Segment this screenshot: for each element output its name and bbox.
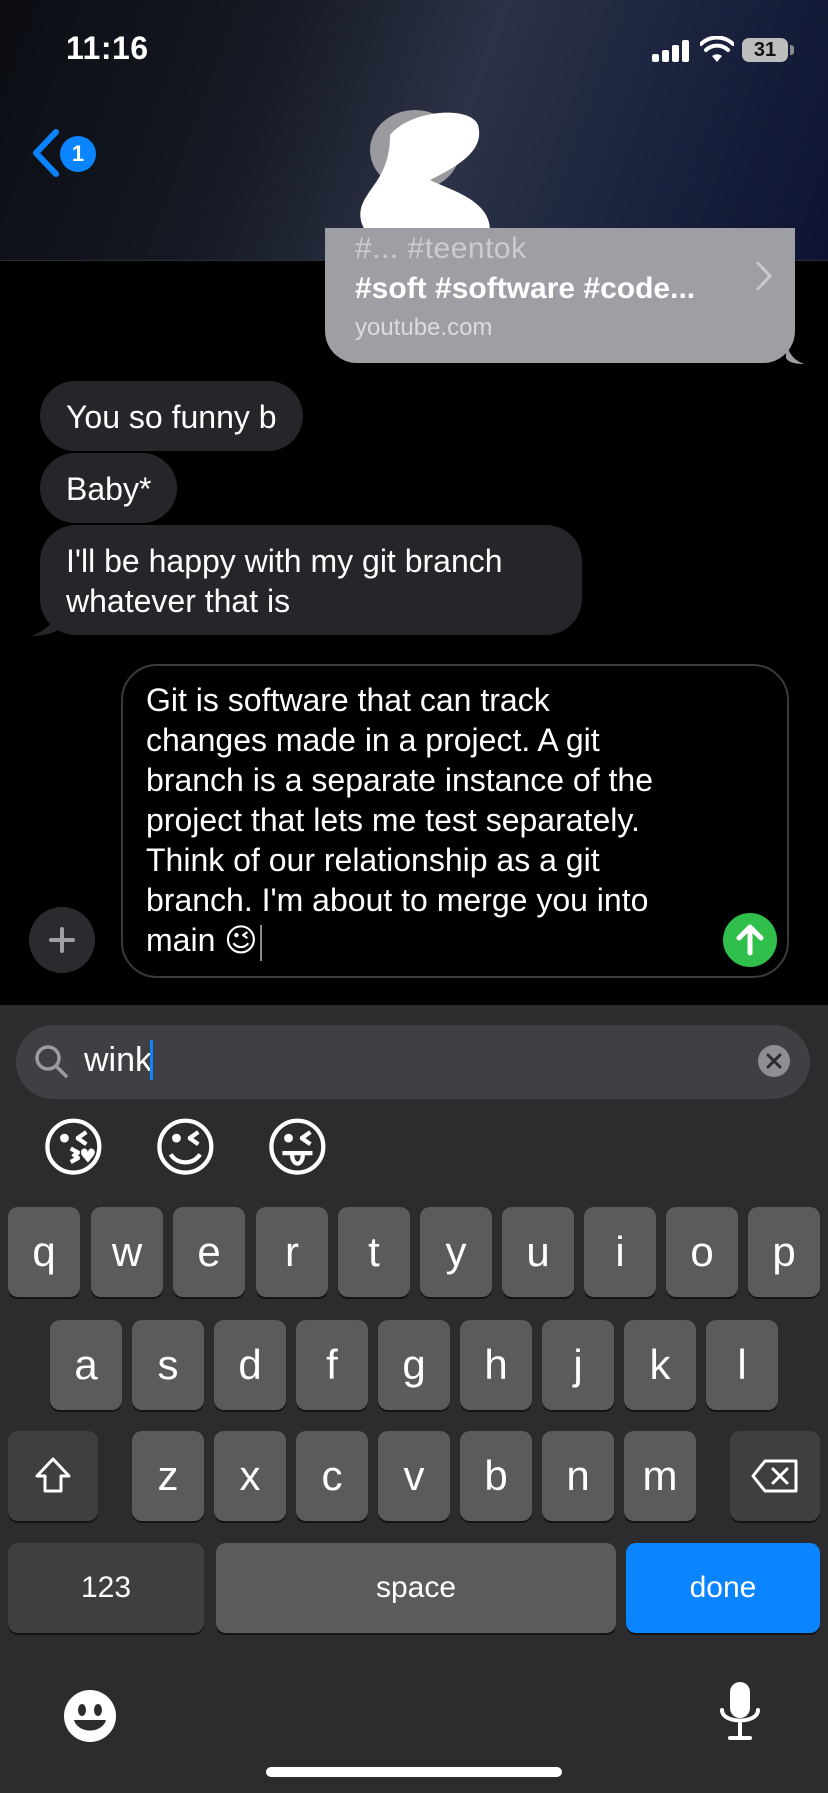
- back-chevron-icon[interactable]: [30, 128, 62, 178]
- compose-line: branch is a separate instance of the: [146, 762, 653, 798]
- key-q[interactable]: q: [8, 1207, 80, 1297]
- key-o[interactable]: o: [666, 1207, 738, 1297]
- send-arrow-icon[interactable]: [723, 913, 777, 967]
- clear-search-icon[interactable]: [758, 1045, 790, 1077]
- emoji-result-wink[interactable]: 😉: [152, 1108, 219, 1188]
- cellular-signal-icon: [652, 40, 692, 62]
- key-c[interactable]: c: [296, 1431, 368, 1521]
- key-d[interactable]: d: [214, 1320, 286, 1410]
- message-bubble[interactable]: I'll be happy with my git branch whateve…: [40, 525, 582, 635]
- key-b[interactable]: b: [460, 1431, 532, 1521]
- emoji-search-query[interactable]: wink: [84, 1041, 152, 1080]
- shift-key[interactable]: [8, 1431, 98, 1521]
- backspace-icon: [751, 1459, 798, 1493]
- message-text-line: whatever that is: [66, 583, 291, 619]
- compose-last-line: main 😉: [146, 920, 736, 961]
- emoji-result-kissing-heart[interactable]: 😘: [40, 1108, 107, 1188]
- compose-line: main 😉: [146, 922, 258, 958]
- key-p[interactable]: p: [748, 1207, 820, 1297]
- key-v[interactable]: v: [378, 1431, 450, 1521]
- shift-icon: [35, 1457, 71, 1493]
- key-u[interactable]: u: [502, 1207, 574, 1297]
- compose-line: Think of our relationship as a git: [146, 842, 600, 878]
- bubble-tail: [786, 340, 804, 364]
- key-x[interactable]: x: [214, 1431, 286, 1521]
- key-f[interactable]: f: [296, 1320, 368, 1410]
- emoji-keyboard-icon[interactable]: [62, 1688, 118, 1744]
- message-bubble[interactable]: You so funny b: [40, 381, 303, 451]
- battery-icon: 31: [742, 38, 788, 62]
- key-n[interactable]: n: [542, 1431, 614, 1521]
- home-indicator: [266, 1767, 562, 1777]
- battery-level: 31: [753, 39, 777, 61]
- key-i[interactable]: i: [584, 1207, 656, 1297]
- microphone-icon[interactable]: [718, 1680, 762, 1746]
- message-text: Baby*: [66, 471, 152, 507]
- message-bubble[interactable]: Baby*: [40, 453, 178, 523]
- link-preview-domain: youtube.com: [355, 314, 493, 341]
- key-r[interactable]: r: [256, 1207, 328, 1297]
- key-j[interactable]: j: [542, 1320, 614, 1410]
- message-text: You so funny b: [66, 399, 277, 435]
- key-g[interactable]: g: [378, 1320, 450, 1410]
- wifi-icon: [700, 36, 734, 62]
- chevron-right-icon: [756, 261, 773, 291]
- delete-key[interactable]: [730, 1431, 820, 1521]
- link-preview-title-cut: #... #teentok: [355, 232, 527, 265]
- key-w[interactable]: w: [91, 1207, 163, 1297]
- search-caret: [150, 1040, 153, 1080]
- message-text-line: I'll be happy with my git branch: [66, 543, 503, 579]
- key-t[interactable]: t: [338, 1207, 410, 1297]
- status-time: 11:16: [66, 30, 149, 66]
- compose-line: branch. I'm about to merge you into: [146, 882, 649, 918]
- message-input-text[interactable]: Git is software that can track changes m…: [146, 680, 736, 961]
- numbers-key[interactable]: 123: [8, 1543, 204, 1633]
- compose-line: changes made in a project. A git: [146, 722, 600, 758]
- emoji-result-wink-tongue[interactable]: 😜: [264, 1108, 331, 1188]
- compose-line: project that lets me test separately.: [146, 802, 640, 838]
- compose-line: Git is software that can track: [146, 682, 550, 718]
- key-z[interactable]: z: [132, 1431, 204, 1521]
- done-key[interactable]: done: [626, 1543, 820, 1633]
- key-k[interactable]: k: [624, 1320, 696, 1410]
- bubble-tail: [30, 600, 60, 636]
- key-l[interactable]: l: [706, 1320, 778, 1410]
- key-y[interactable]: y: [420, 1207, 492, 1297]
- search-icon: [35, 1045, 68, 1078]
- key-h[interactable]: h: [460, 1320, 532, 1410]
- unread-count-badge[interactable]: 1: [60, 136, 96, 172]
- key-e[interactable]: e: [173, 1207, 245, 1297]
- battery-tip: [790, 45, 794, 55]
- space-key[interactable]: space: [216, 1543, 616, 1633]
- key-s[interactable]: s: [132, 1320, 204, 1410]
- key-m[interactable]: m: [624, 1431, 696, 1521]
- text-caret: [259, 924, 262, 961]
- link-preview-title: #soft #software #code...: [355, 272, 696, 305]
- key-a[interactable]: a: [50, 1320, 122, 1410]
- apps-plus-button[interactable]: [29, 907, 95, 973]
